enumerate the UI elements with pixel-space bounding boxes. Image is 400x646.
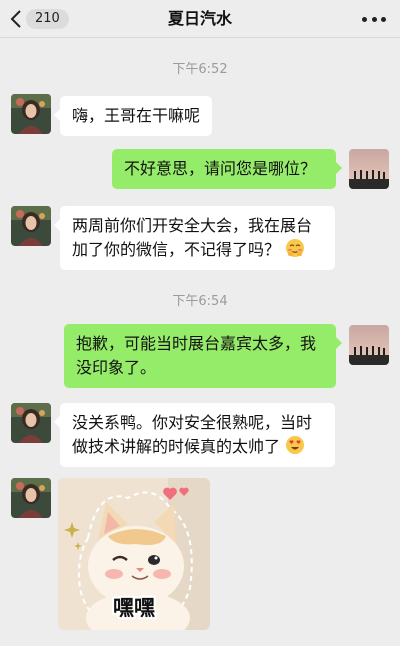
- message-text: 嗨，王哥在干嘛呢: [72, 106, 201, 125]
- more-dot-icon: [381, 16, 386, 22]
- contact-avatar-image: [11, 206, 51, 246]
- message-text: 抱歉，可能当时展台嘉宾太多，我没印象了。: [76, 334, 317, 377]
- timestamp: 下午6:54: [172, 294, 228, 309]
- blush-emoji-icon: [286, 239, 305, 257]
- my-avatar[interactable]: [349, 325, 389, 365]
- contact-avatar-image: [11, 94, 51, 134]
- chat-header: 210 夏日汽水: [0, 0, 400, 38]
- contact-avatar[interactable]: [11, 206, 51, 246]
- more-options-button[interactable]: [362, 10, 386, 28]
- message-list[interactable]: 下午6:52 嗨，王哥在干嘛呢 不好意思，请问您是哪位？ 两周前你们开安全大会，…: [0, 38, 400, 646]
- outgoing-message-bubble[interactable]: 抱歉，可能当时展台嘉宾太多，我没印象了。: [64, 324, 342, 388]
- sticker-caption: 嘿嘿: [113, 596, 155, 620]
- more-dot-icon: [362, 16, 367, 22]
- incoming-message-bubble[interactable]: 两周前你们开安全大会，我在展台加了你的微信，不记得了吗？: [54, 206, 335, 270]
- my-avatar[interactable]: [349, 149, 389, 189]
- heart-eyes-emoji-icon: [286, 436, 305, 454]
- back-chevron-icon: [10, 10, 21, 28]
- my-avatar-image: [349, 325, 389, 365]
- timestamp: 下午6:52: [172, 62, 228, 77]
- my-avatar-image: [349, 149, 389, 189]
- back-button[interactable]: 210: [10, 6, 69, 32]
- incoming-message-bubble[interactable]: 嗨，王哥在干嘛呢: [53, 96, 213, 136]
- unread-count-badge: 210: [26, 9, 69, 29]
- contact-avatar[interactable]: [11, 478, 51, 518]
- contact-avatar-image: [11, 478, 51, 518]
- message-text: 两周前你们开安全大会，我在展台加了你的微信，不记得了吗？: [72, 216, 313, 259]
- contact-avatar[interactable]: [11, 94, 51, 134]
- contact-avatar[interactable]: [11, 403, 51, 443]
- more-dot-icon: [371, 16, 377, 22]
- outgoing-message-bubble[interactable]: 不好意思，请问您是哪位？: [112, 149, 342, 189]
- incoming-message-bubble[interactable]: 没关系鸭。你对安全很熟呢，当时做技术讲解的时候真的太帅了: [54, 403, 335, 467]
- contact-avatar-image: [11, 403, 51, 443]
- message-text: 没关系鸭。你对安全很熟呢，当时做技术讲解的时候真的太帅了: [72, 413, 313, 456]
- sticker-message[interactable]: 嘿嘿: [58, 478, 210, 630]
- message-text: 不好意思，请问您是哪位？: [124, 159, 317, 178]
